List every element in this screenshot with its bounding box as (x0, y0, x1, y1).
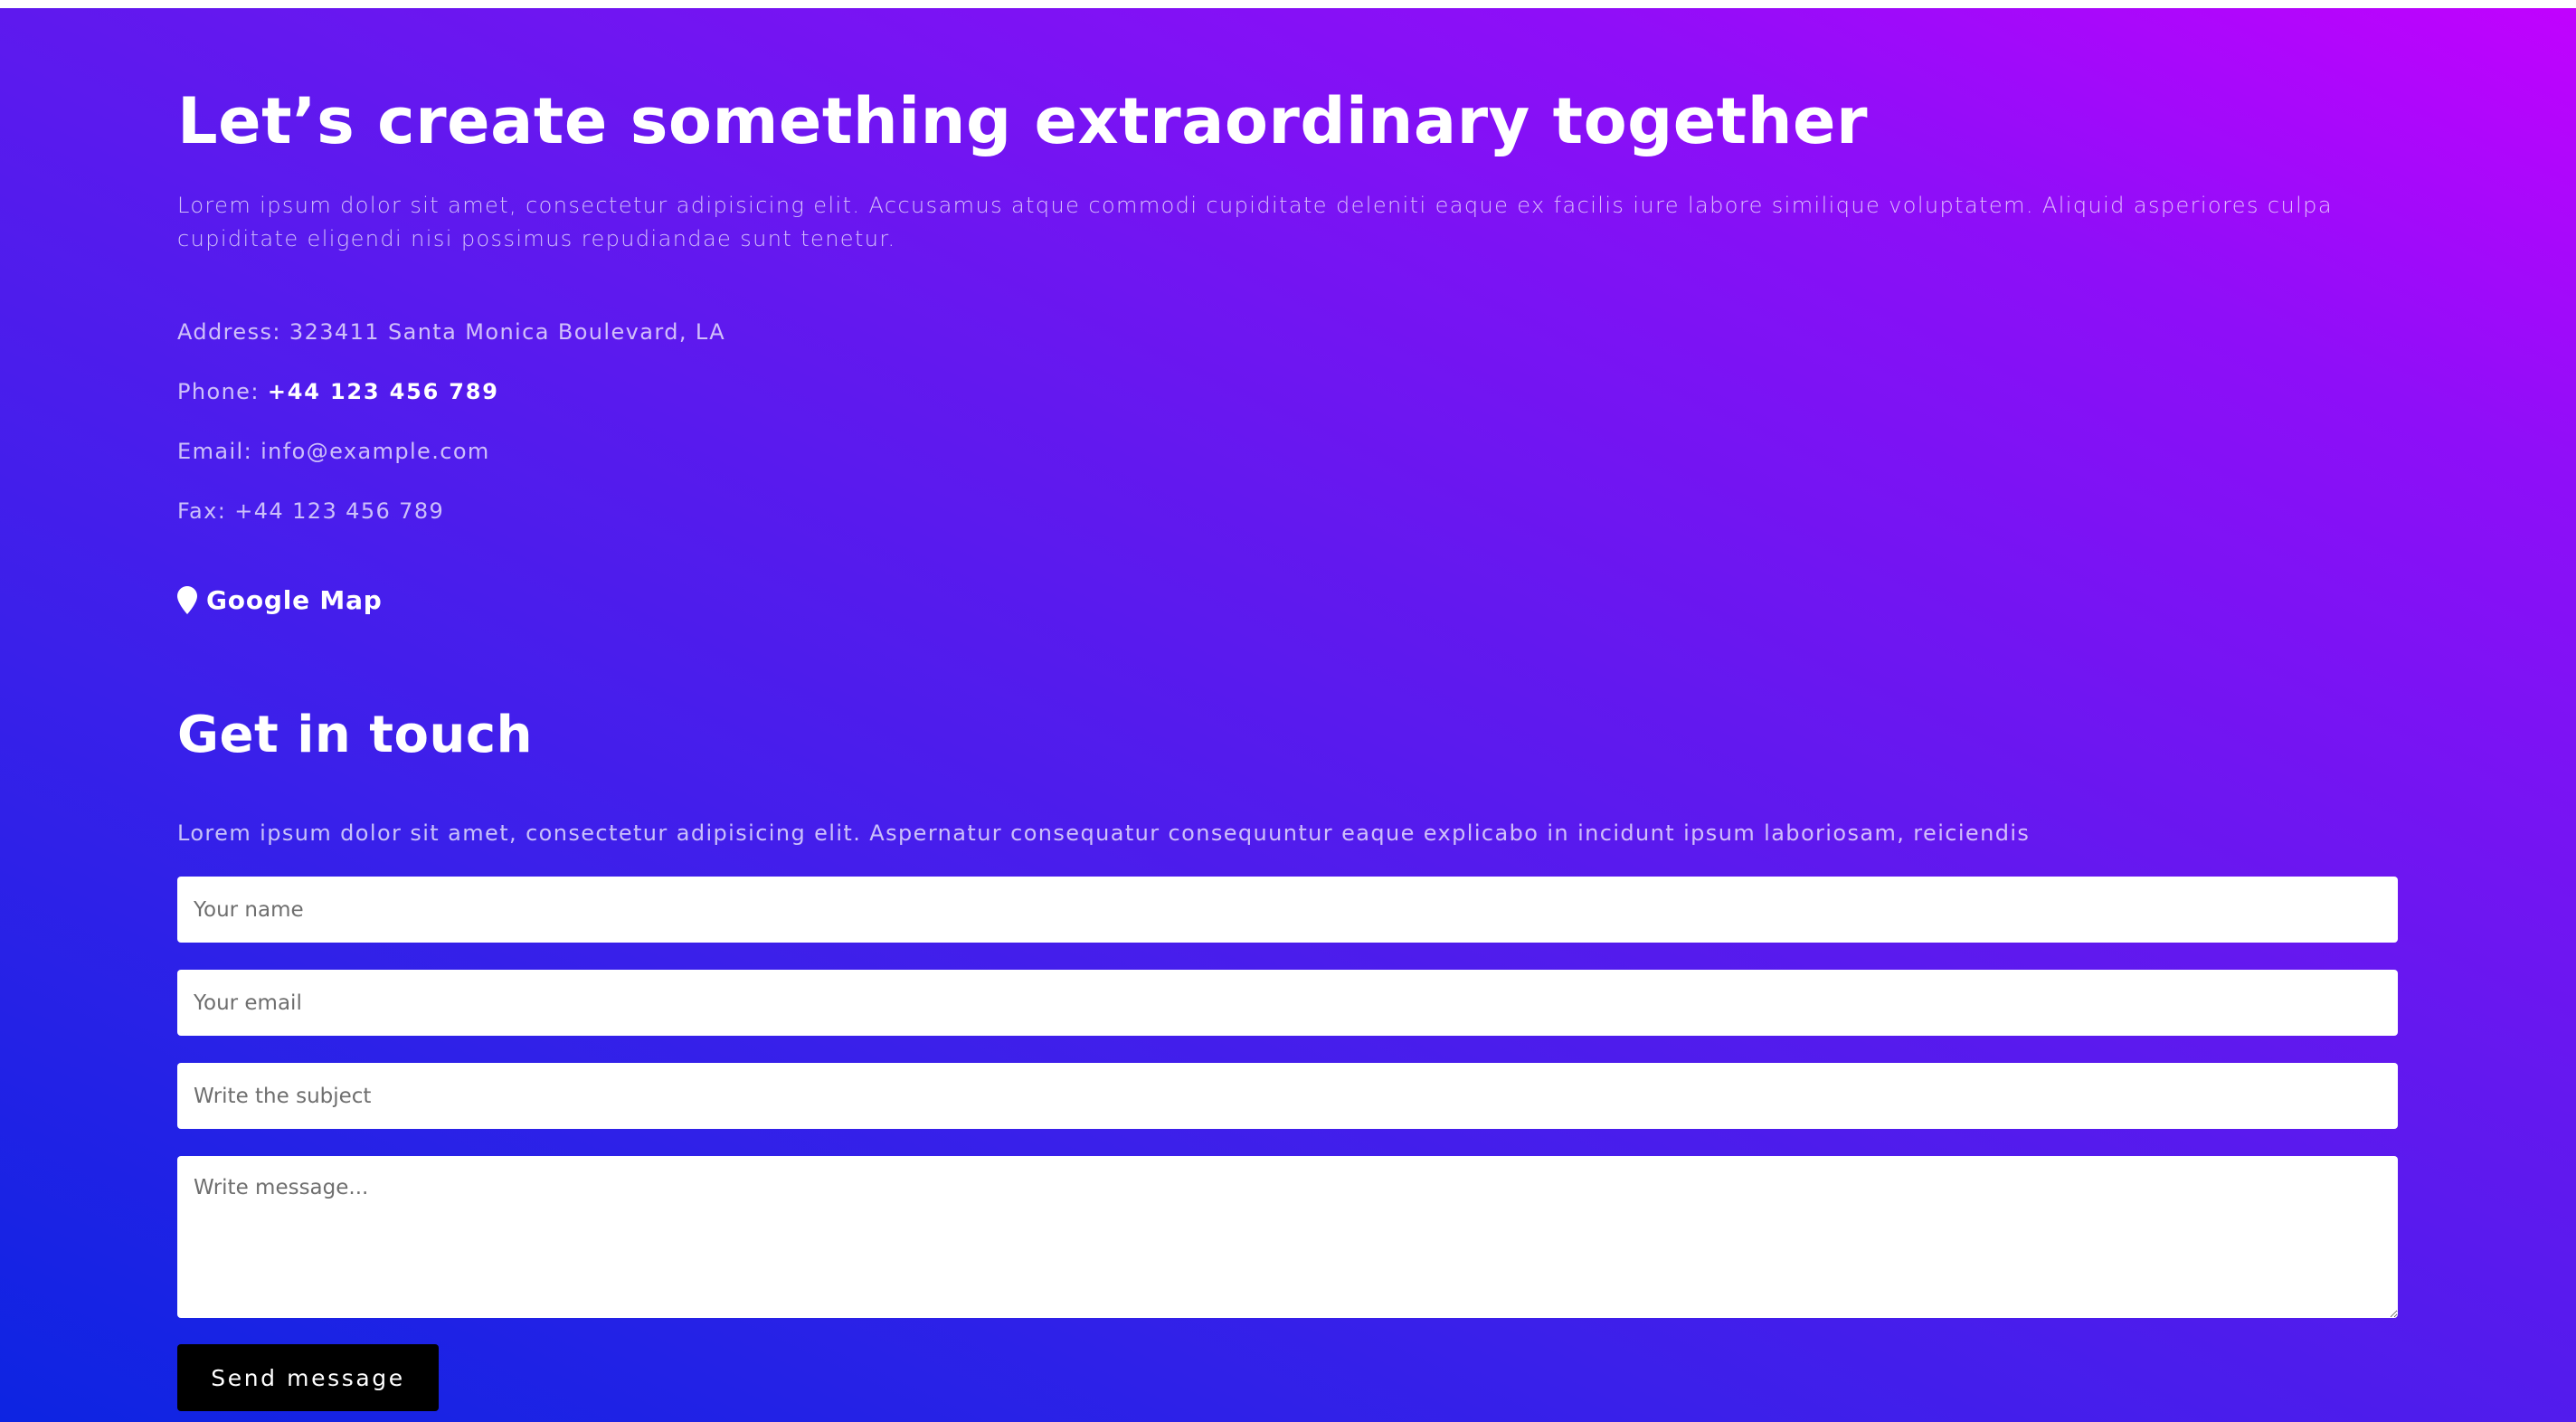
form-description: Lorem ipsum dolor sit amet, consectetur … (177, 820, 2031, 846)
phone-link[interactable]: +44 123 456 789 (268, 379, 499, 404)
email-line: Email: info@example.com (177, 437, 490, 466)
phone-line: Phone: +44 123 456 789 (177, 377, 499, 406)
address-label: Address: (177, 319, 281, 345)
top-strip (0, 0, 2576, 8)
google-map-label: Google Map (206, 585, 383, 615)
subject-input[interactable] (177, 1063, 2398, 1129)
name-input[interactable] (177, 877, 2398, 943)
get-in-touch-title: Get in touch (177, 706, 533, 764)
email-input[interactable] (177, 970, 2398, 1036)
address-line: Address: 323411 Santa Monica Boulevard, … (177, 318, 725, 346)
intro-text: Lorem ipsum dolor sit amet, consectetur … (177, 193, 2333, 251)
fax-value: +44 123 456 789 (234, 498, 445, 524)
send-message-button[interactable]: Send message (177, 1344, 439, 1411)
fax-label: Fax: (177, 498, 227, 524)
page: Let’s create something extraordinary tog… (0, 0, 2576, 1422)
email-label: Email: (177, 439, 253, 464)
message-textarea[interactable] (177, 1156, 2398, 1318)
contact-section: Let’s create something extraordinary tog… (0, 8, 2576, 1422)
fax-line: Fax: +44 123 456 789 (177, 497, 444, 526)
page-title: Let’s create something extraordinary tog… (177, 84, 1869, 158)
email-value[interactable]: info@example.com (260, 439, 490, 464)
phone-label: Phone: (177, 379, 260, 404)
address-value: 323411 Santa Monica Boulevard, LA (289, 319, 726, 345)
map-pin-icon (177, 586, 197, 614)
google-map-link[interactable]: Google Map (177, 585, 383, 615)
